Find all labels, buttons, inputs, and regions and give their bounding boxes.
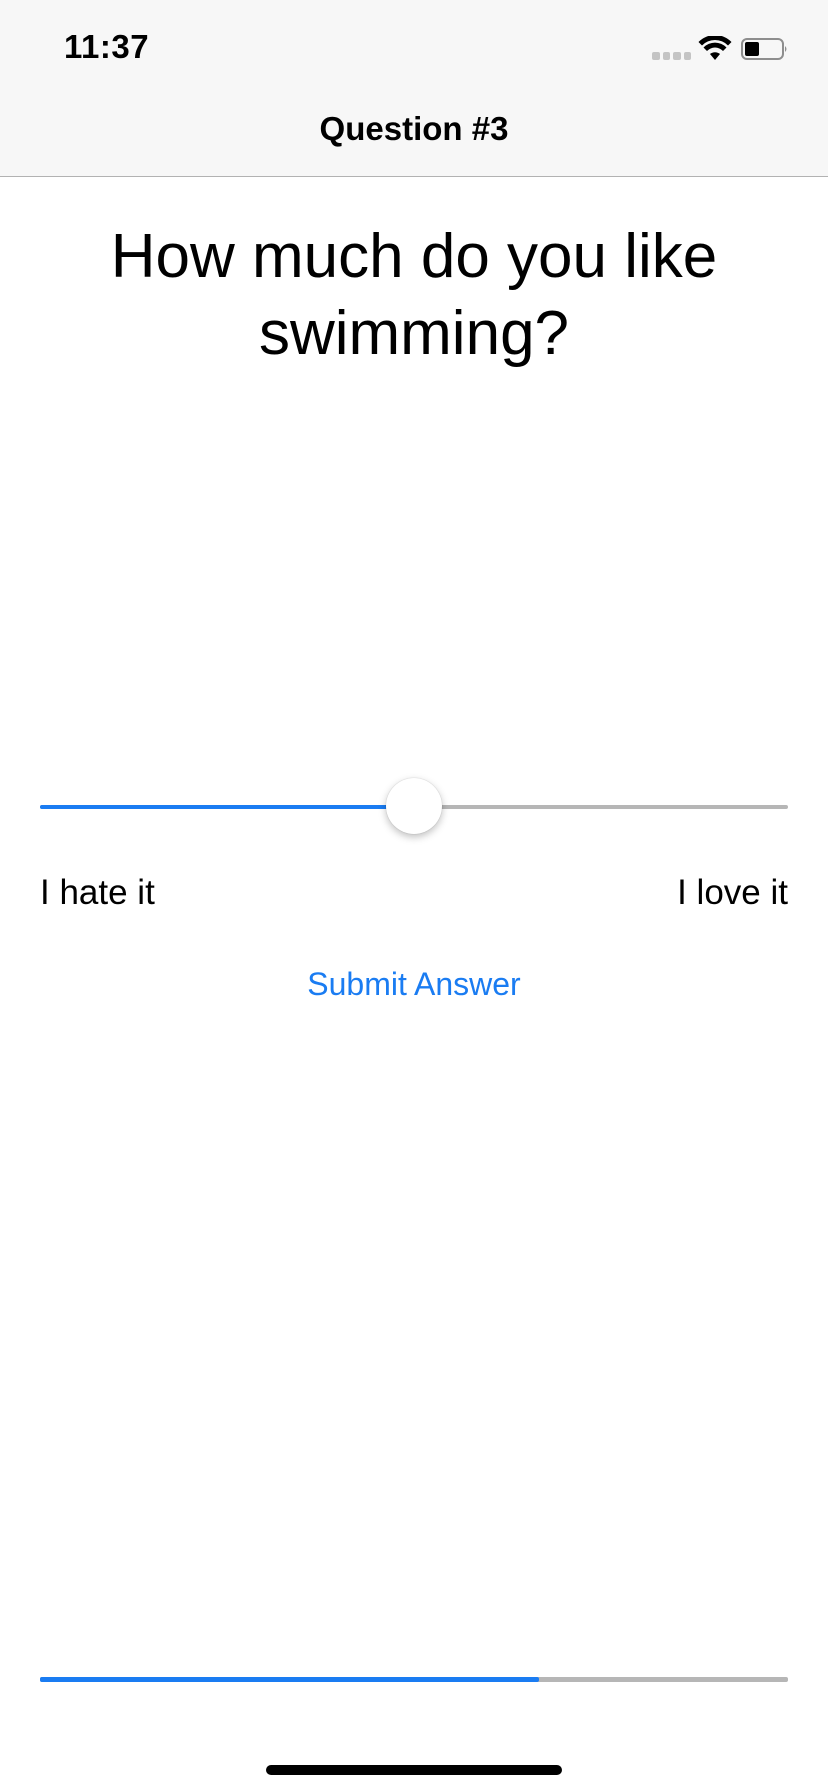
slider-min-label: I hate it xyxy=(40,873,155,912)
question-text: How much do you like swimming? xyxy=(110,222,718,368)
cellular-signal-icon xyxy=(652,52,692,61)
battery-icon xyxy=(741,38,787,60)
screen: 11:37 Question #3 How much do you like s… xyxy=(0,0,828,1792)
status-time: 11:37 xyxy=(64,28,150,65)
slider-max-label: I love it xyxy=(677,873,788,912)
submit-answer-button[interactable]: Submit Answer xyxy=(0,966,828,1003)
progress-fill xyxy=(40,1677,539,1682)
top-bar: 11:37 Question #3 xyxy=(0,0,828,177)
rating-slider[interactable] xyxy=(40,776,788,836)
home-indicator[interactable] xyxy=(266,1765,562,1775)
nav-title: Question #3 xyxy=(319,110,509,147)
wifi-icon xyxy=(698,36,732,60)
slider-fill xyxy=(40,805,414,809)
quiz-progress-bar xyxy=(40,1677,788,1682)
slider-thumb[interactable] xyxy=(386,778,442,834)
